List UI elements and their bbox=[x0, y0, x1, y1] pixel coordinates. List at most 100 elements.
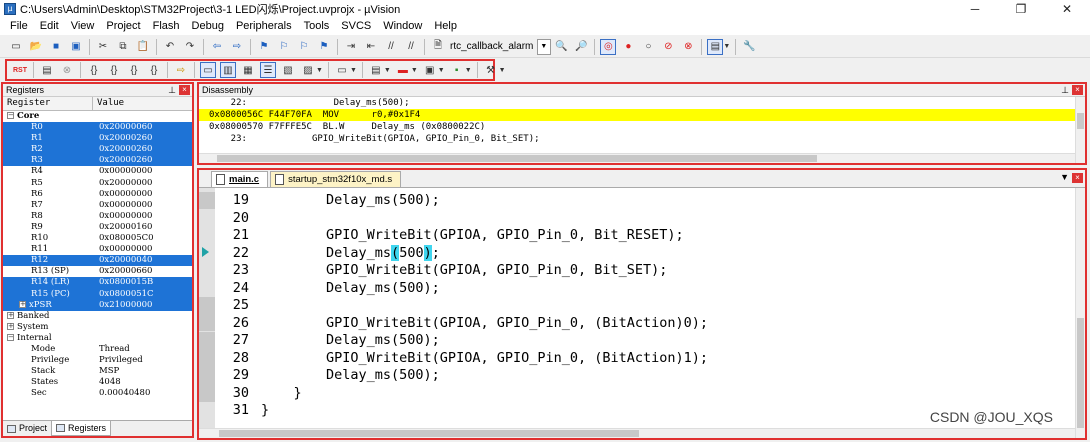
indent-icon[interactable]: ⇥ bbox=[343, 39, 359, 55]
code-line[interactable]: 24 Delay_ms(500); bbox=[215, 280, 1073, 298]
scroll-thumb[interactable] bbox=[1077, 318, 1084, 428]
editor-horizontal-scrollbar[interactable] bbox=[199, 428, 1075, 438]
code-line[interactable]: 19 Delay_ms(500); bbox=[215, 192, 1073, 210]
chevron-down-icon[interactable]: ▼ bbox=[411, 67, 418, 74]
register-value[interactable]: 0x00000000 bbox=[99, 244, 152, 255]
tab-registers[interactable]: Registers bbox=[51, 421, 112, 436]
pin-icon[interactable]: ⊥ bbox=[1061, 84, 1069, 96]
register-row[interactable]: R2 0x20000260 bbox=[3, 144, 192, 156]
register-row[interactable]: R14 (LR) 0x0800015B bbox=[3, 277, 192, 289]
open-file-icon[interactable]: 📂 bbox=[28, 39, 44, 55]
uncomment-icon[interactable]: // bbox=[403, 39, 419, 55]
register-row[interactable]: R0 0x20000060 bbox=[3, 122, 192, 134]
register-value[interactable]: 0x00000000 bbox=[99, 166, 152, 177]
maximize-button[interactable]: ❐ bbox=[998, 0, 1044, 18]
current-instruction-row[interactable]: 0x0800056C F44F70FA MOV r0,#0x1F4 bbox=[199, 109, 1075, 121]
register-row[interactable]: R12 0x20000040 bbox=[3, 255, 192, 267]
cut-icon[interactable]: ✂ bbox=[95, 39, 111, 55]
redo-icon[interactable]: ↷ bbox=[182, 39, 198, 55]
paste-icon[interactable]: 📋 bbox=[135, 39, 151, 55]
trace-window-icon[interactable]: ▣ bbox=[422, 62, 438, 78]
code-line[interactable]: 26 GPIO_WriteBit(GPIOA, GPIO_Pin_0, (Bit… bbox=[215, 315, 1073, 333]
register-row[interactable]: R3 0x20000260 bbox=[3, 155, 192, 167]
chevron-down-icon[interactable]: ▼ bbox=[350, 67, 357, 74]
code-view[interactable]: 19 Delay_ms(500); 20 21 GPIO_WriteBit(GPIO… bbox=[215, 192, 1073, 420]
register-value[interactable]: 0x21000000 bbox=[99, 300, 152, 311]
register-value[interactable]: 0x20000060 bbox=[99, 122, 152, 133]
register-value[interactable]: 0x20000260 bbox=[99, 133, 152, 144]
code-line[interactable]: 21 GPIO_WriteBit(GPIOA, GPIO_Pin_0, Bit_… bbox=[215, 227, 1073, 245]
navigate-forward-icon[interactable]: ⇨ bbox=[229, 39, 245, 55]
stop-icon[interactable]: ⊗ bbox=[59, 62, 75, 78]
register-row[interactable]: R13 (SP) 0x20000660 bbox=[3, 266, 192, 277]
menu-flash[interactable]: Flash bbox=[147, 18, 186, 35]
menu-svcs[interactable]: SVCS bbox=[335, 18, 377, 35]
code-line[interactable]: 22 Delay_ms(500); bbox=[215, 244, 1073, 263]
menu-debug[interactable]: Debug bbox=[186, 18, 230, 35]
register-value[interactable]: 0x00000000 bbox=[99, 211, 152, 222]
run-icon[interactable]: ▤ bbox=[39, 62, 55, 78]
window-layout-icon[interactable]: ▤ bbox=[707, 38, 724, 55]
close-button[interactable]: ✕ bbox=[1044, 0, 1090, 18]
enable-breakpoint-icon[interactable]: ○ bbox=[640, 39, 656, 55]
bookmark-clear-icon[interactable]: ⚑ bbox=[316, 39, 332, 55]
register-value[interactable]: 0x20000260 bbox=[99, 144, 152, 155]
unindent-icon[interactable]: ⇤ bbox=[363, 39, 379, 55]
register-row[interactable]: + Banked bbox=[3, 311, 192, 322]
editor-vertical-scrollbar[interactable] bbox=[1075, 188, 1085, 438]
save-all-icon[interactable]: ▣ bbox=[68, 39, 84, 55]
kill-breakpoints-icon[interactable]: ⊗ bbox=[680, 39, 696, 55]
register-value[interactable]: 0x0800015B bbox=[99, 277, 153, 288]
menu-project[interactable]: Project bbox=[100, 18, 146, 35]
run-to-cursor-icon[interactable]: {} bbox=[146, 62, 162, 78]
show-next-statement-icon[interactable]: ⇨ bbox=[173, 62, 189, 78]
register-row[interactable]: R5 0x20000000 bbox=[3, 178, 192, 189]
register-row[interactable]: R4 0x00000000 bbox=[3, 166, 192, 177]
menu-file[interactable]: File bbox=[4, 18, 34, 35]
chevron-down-icon[interactable]: ▼ bbox=[384, 67, 391, 74]
scroll-thumb[interactable] bbox=[217, 155, 817, 162]
value-column-header[interactable]: Value bbox=[93, 97, 124, 110]
code-line[interactable]: 29 Delay_ms(500); bbox=[215, 367, 1073, 385]
configure-icon[interactable]: 🔧 bbox=[741, 39, 757, 55]
register-row[interactable]: Mode Thread bbox=[3, 344, 192, 355]
register-value[interactable]: 0x080005C0 bbox=[99, 233, 154, 244]
register-value[interactable]: 0x0800051C bbox=[99, 289, 154, 300]
chevron-down-icon[interactable]: ▼ bbox=[465, 67, 472, 74]
close-panel-icon[interactable]: × bbox=[1072, 85, 1083, 95]
scroll-thumb[interactable] bbox=[1077, 113, 1084, 129]
call-stack-window-icon[interactable]: ▧ bbox=[280, 62, 296, 78]
register-row[interactable]: Sec 0.00040480 bbox=[3, 388, 192, 399]
find-in-files-icon[interactable]: 🗎 bbox=[430, 39, 446, 55]
collapse-icon[interactable]: − bbox=[7, 112, 14, 119]
step-over-icon[interactable]: {} bbox=[106, 62, 122, 78]
save-icon[interactable]: ■ bbox=[48, 39, 64, 55]
tab-startup-file[interactable]: startup_stm32f10x_md.s bbox=[270, 171, 402, 187]
register-value[interactable]: 0x20000160 bbox=[99, 222, 152, 233]
register-row[interactable]: Privilege Privileged bbox=[3, 355, 192, 366]
scroll-thumb[interactable] bbox=[219, 430, 639, 437]
register-value[interactable]: 0x20000040 bbox=[99, 255, 152, 266]
register-row[interactable]: R7 0x00000000 bbox=[3, 200, 192, 211]
disassembly-window-icon[interactable]: ▥ bbox=[220, 62, 236, 78]
bookmark-prev-icon[interactable]: ⚐ bbox=[276, 39, 292, 55]
register-row[interactable]: R1 0x20000260 bbox=[3, 133, 192, 145]
code-line[interactable]: 27 Delay_ms(500); bbox=[215, 332, 1073, 350]
close-panel-icon[interactable]: × bbox=[179, 85, 190, 95]
register-row[interactable]: States 4048 bbox=[3, 377, 192, 388]
register-value[interactable]: MSP bbox=[99, 366, 119, 377]
disassembly-horizontal-scrollbar[interactable] bbox=[199, 153, 1075, 163]
step-into-icon[interactable]: {} bbox=[86, 62, 102, 78]
register-row[interactable]: Stack MSP bbox=[3, 366, 192, 377]
disassembly-vertical-scrollbar[interactable] bbox=[1075, 97, 1085, 163]
copy-icon[interactable]: ⧉ bbox=[115, 39, 131, 55]
memory-window-icon[interactable]: ▭ bbox=[334, 62, 350, 78]
symbols-window-icon[interactable]: ▦ bbox=[240, 62, 256, 78]
menu-help[interactable]: Help bbox=[428, 18, 463, 35]
register-row[interactable]: − Internal bbox=[3, 333, 192, 344]
expand-icon[interactable]: + bbox=[7, 311, 14, 319]
expand-icon[interactable]: + bbox=[7, 322, 14, 330]
register-row[interactable]: R9 0x20000160 bbox=[3, 222, 192, 233]
chevron-down-icon[interactable]: ▼ bbox=[499, 67, 506, 74]
register-value[interactable]: 0x20000000 bbox=[99, 178, 152, 189]
